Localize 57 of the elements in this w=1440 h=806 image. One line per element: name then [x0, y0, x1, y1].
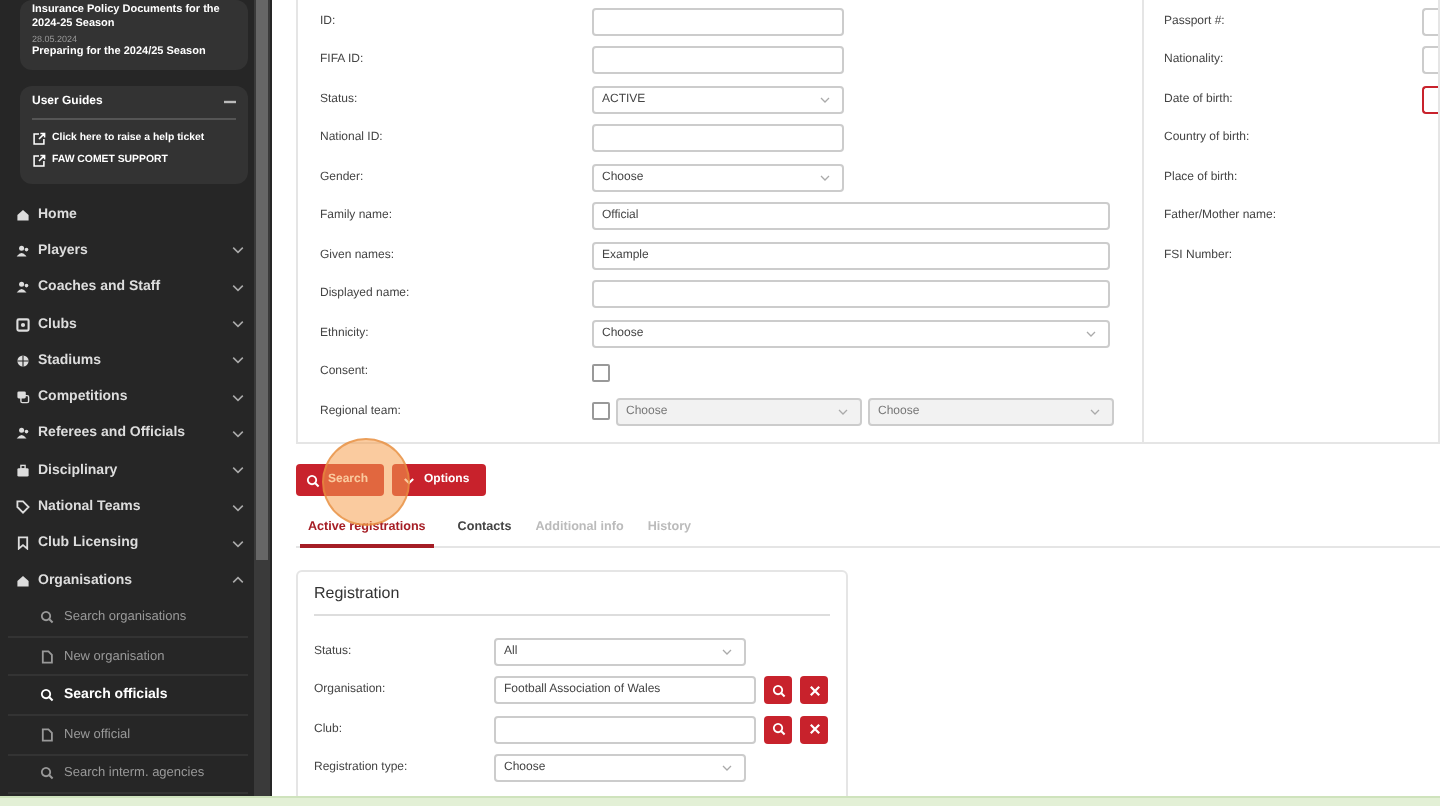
input-field[interactable]: [592, 280, 1110, 309]
external-link-icon: [32, 154, 46, 168]
bookmark-icon: [16, 536, 30, 551]
chevron-down-icon: [232, 246, 244, 255]
people-icon: [16, 243, 30, 258]
search-icon: [40, 688, 54, 703]
globe-icon: [16, 353, 30, 368]
chevron-down-icon: [232, 356, 244, 365]
house-icon: [16, 207, 30, 222]
search-icon: [40, 766, 54, 781]
date-field[interactable]: [1422, 85, 1438, 114]
chevron-down-icon: [232, 503, 244, 512]
external-link-icon: [32, 132, 46, 146]
input-field[interactable]: [1422, 7, 1438, 36]
chevron-down-icon: [232, 539, 244, 548]
chevron-down-icon: [838, 407, 848, 416]
input-field[interactable]: [592, 7, 844, 36]
search-button[interactable]: [764, 676, 792, 705]
checkbox[interactable]: [592, 363, 610, 382]
clear-button[interactable]: [800, 715, 828, 744]
search-button[interactable]: [764, 715, 792, 744]
chevron-down-icon: [232, 429, 244, 438]
people-icon: [16, 426, 30, 441]
clear-button[interactable]: [800, 676, 828, 705]
chevron-down-icon: [1090, 407, 1100, 416]
search-icon: [306, 473, 320, 487]
caret-icon: [402, 473, 417, 487]
document-icon: [40, 649, 54, 664]
chevron-down-icon: [820, 173, 830, 182]
briefcase-icon: [16, 463, 30, 478]
tag-icon: [16, 500, 30, 515]
chevron-down-icon: [232, 320, 244, 329]
document-icon: [40, 727, 54, 742]
chevron-down-icon: [722, 647, 732, 656]
chevron-down-icon: [1086, 329, 1096, 338]
close-icon: [807, 683, 821, 698]
search-icon: [771, 722, 785, 737]
chevron-down-icon: [232, 283, 244, 292]
checkbox[interactable]: [592, 402, 610, 421]
chevron-down-icon: [232, 466, 244, 475]
card-title: Registration: [314, 584, 830, 616]
chevron-up-icon: [232, 576, 244, 585]
chat-icon: [16, 390, 30, 405]
input-field[interactable]: [1422, 46, 1438, 75]
chevron-down-icon: [722, 764, 732, 773]
input-field[interactable]: [592, 124, 844, 153]
input-field[interactable]: [592, 46, 844, 75]
search-icon: [771, 683, 785, 698]
input-field[interactable]: [494, 715, 756, 744]
house-icon: [16, 573, 30, 588]
square-icon: [16, 317, 30, 332]
chevron-down-icon: [232, 393, 244, 402]
scrollbar[interactable]: [254, 0, 270, 796]
people-icon: [16, 280, 30, 295]
chevron-down-icon: [820, 95, 830, 104]
close-icon: [807, 722, 821, 737]
search-icon: [40, 610, 54, 625]
